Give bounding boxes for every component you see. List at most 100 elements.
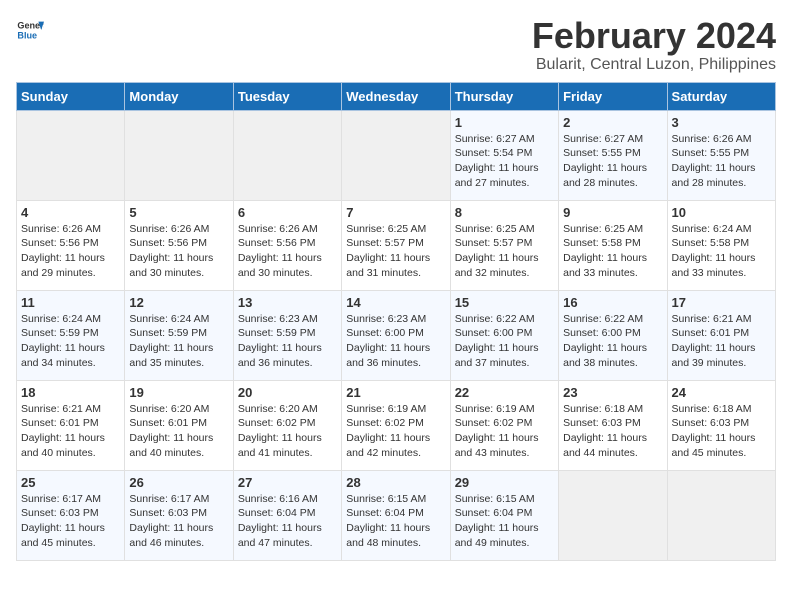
day-info: Sunrise: 6:23 AM Sunset: 5:59 PM Dayligh… xyxy=(238,312,337,371)
calendar-header-row: SundayMondayTuesdayWednesdayThursdayFrid… xyxy=(17,82,776,110)
calendar-cell xyxy=(667,470,775,560)
day-info: Sunrise: 6:25 AM Sunset: 5:58 PM Dayligh… xyxy=(563,222,662,281)
day-number: 21 xyxy=(346,385,445,400)
calendar-cell: 3Sunrise: 6:26 AM Sunset: 5:55 PM Daylig… xyxy=(667,110,775,200)
calendar-cell xyxy=(342,110,450,200)
day-number: 7 xyxy=(346,205,445,220)
day-number: 14 xyxy=(346,295,445,310)
day-number: 27 xyxy=(238,475,337,490)
logo-icon: General Blue xyxy=(16,16,44,44)
calendar-cell: 11 Sunrise: 6:24 AM Sunset: 5:59 PM Dayli… xyxy=(17,290,125,380)
calendar-cell: 28 Sunrise: 6:15 AM Sunset: 6:04 PM Dayli… xyxy=(342,470,450,560)
svg-text:Blue: Blue xyxy=(17,30,37,40)
day-info: Sunrise: 6:24 AM Sunset: 5:59 PM Dayligh… xyxy=(129,312,228,371)
day-info: Sunrise: 6:24 AM Sunset: 5:59 PM Dayligh… xyxy=(21,312,120,371)
title-area: February 2024 Bularit, Central Luzon, Ph… xyxy=(532,16,776,74)
day-info: Sunrise: 6:26 AM Sunset: 5:56 PM Dayligh… xyxy=(238,222,337,281)
week-row-4: 18Sunrise: 6:21 AM Sunset: 6:01 PM Dayli… xyxy=(17,380,776,470)
day-number: 4 xyxy=(21,205,120,220)
page-title: February 2024 xyxy=(532,16,776,56)
page-header: General Blue February 2024 Bularit, Cent… xyxy=(16,16,776,74)
logo: General Blue xyxy=(16,16,44,44)
calendar-cell: 13 Sunrise: 6:23 AM Sunset: 5:59 PM Dayli… xyxy=(233,290,341,380)
day-number: 11 xyxy=(21,295,120,310)
calendar-cell: 2Sunrise: 6:27 AM Sunset: 5:55 PM Daylig… xyxy=(559,110,667,200)
calendar-cell: 4 Sunrise: 6:26 AM Sunset: 5:56 PM Daylig… xyxy=(17,200,125,290)
calendar-cell: 25 Sunrise: 6:17 AM Sunset: 6:03 PM Dayli… xyxy=(17,470,125,560)
day-info: Sunrise: 6:26 AM Sunset: 5:56 PM Dayligh… xyxy=(129,222,228,281)
calendar-cell: 20Sunrise: 6:20 AM Sunset: 6:02 PM Dayli… xyxy=(233,380,341,470)
day-number: 25 xyxy=(21,475,120,490)
calendar-cell: 24 Sunrise: 6:18 AM Sunset: 6:03 PM Dayli… xyxy=(667,380,775,470)
calendar-cell: 5 Sunrise: 6:26 AM Sunset: 5:56 PM Daylig… xyxy=(125,200,233,290)
week-row-5: 25 Sunrise: 6:17 AM Sunset: 6:03 PM Dayli… xyxy=(17,470,776,560)
day-info: Sunrise: 6:15 AM Sunset: 6:04 PM Dayligh… xyxy=(346,492,445,551)
calendar-cell: 14 Sunrise: 6:23 AM Sunset: 6:00 PM Dayli… xyxy=(342,290,450,380)
day-number: 16 xyxy=(563,295,662,310)
day-number: 6 xyxy=(238,205,337,220)
day-number: 5 xyxy=(129,205,228,220)
day-number: 24 xyxy=(672,385,771,400)
calendar-cell xyxy=(125,110,233,200)
page-subtitle: Bularit, Central Luzon, Philippines xyxy=(532,56,776,74)
day-number: 26 xyxy=(129,475,228,490)
calendar-cell: 9 Sunrise: 6:25 AM Sunset: 5:58 PM Daylig… xyxy=(559,200,667,290)
day-number: 10 xyxy=(672,205,771,220)
day-info: Sunrise: 6:18 AM Sunset: 6:03 PM Dayligh… xyxy=(563,402,662,461)
calendar-cell: 26 Sunrise: 6:17 AM Sunset: 6:03 PM Dayli… xyxy=(125,470,233,560)
day-number: 22 xyxy=(455,385,554,400)
day-number: 2 xyxy=(563,115,662,130)
col-header-tuesday: Tuesday xyxy=(233,82,341,110)
day-number: 15 xyxy=(455,295,554,310)
day-info: Sunrise: 6:19 AM Sunset: 6:02 PM Dayligh… xyxy=(455,402,554,461)
calendar-cell: 29 Sunrise: 6:15 AM Sunset: 6:04 PM Dayli… xyxy=(450,470,558,560)
day-info: Sunrise: 6:21 AM Sunset: 6:01 PM Dayligh… xyxy=(21,402,120,461)
week-row-3: 11 Sunrise: 6:24 AM Sunset: 5:59 PM Dayli… xyxy=(17,290,776,380)
col-header-sunday: Sunday xyxy=(17,82,125,110)
calendar-cell: 7 Sunrise: 6:25 AM Sunset: 5:57 PM Daylig… xyxy=(342,200,450,290)
calendar-cell xyxy=(559,470,667,560)
day-number: 12 xyxy=(129,295,228,310)
week-row-2: 4 Sunrise: 6:26 AM Sunset: 5:56 PM Daylig… xyxy=(17,200,776,290)
calendar-cell: 18Sunrise: 6:21 AM Sunset: 6:01 PM Dayli… xyxy=(17,380,125,470)
calendar-cell xyxy=(17,110,125,200)
day-number: 8 xyxy=(455,205,554,220)
calendar-table: SundayMondayTuesdayWednesdayThursdayFrid… xyxy=(16,82,776,561)
calendar-cell: 17Sunrise: 6:21 AM Sunset: 6:01 PM Dayli… xyxy=(667,290,775,380)
day-info: Sunrise: 6:27 AM Sunset: 5:54 PM Dayligh… xyxy=(455,132,554,191)
day-info: Sunrise: 6:23 AM Sunset: 6:00 PM Dayligh… xyxy=(346,312,445,371)
day-info: Sunrise: 6:26 AM Sunset: 5:56 PM Dayligh… xyxy=(21,222,120,281)
day-info: Sunrise: 6:17 AM Sunset: 6:03 PM Dayligh… xyxy=(129,492,228,551)
col-header-monday: Monday xyxy=(125,82,233,110)
day-number: 19 xyxy=(129,385,228,400)
day-info: Sunrise: 6:15 AM Sunset: 6:04 PM Dayligh… xyxy=(455,492,554,551)
calendar-cell: 10 Sunrise: 6:24 AM Sunset: 5:58 PM Dayli… xyxy=(667,200,775,290)
calendar-cell: 1 Sunrise: 6:27 AM Sunset: 5:54 PM Daylig… xyxy=(450,110,558,200)
day-info: Sunrise: 6:19 AM Sunset: 6:02 PM Dayligh… xyxy=(346,402,445,461)
calendar-cell: 22 Sunrise: 6:19 AM Sunset: 6:02 PM Dayli… xyxy=(450,380,558,470)
day-number: 1 xyxy=(455,115,554,130)
day-number: 9 xyxy=(563,205,662,220)
calendar-cell: 21 Sunrise: 6:19 AM Sunset: 6:02 PM Dayli… xyxy=(342,380,450,470)
day-info: Sunrise: 6:25 AM Sunset: 5:57 PM Dayligh… xyxy=(455,222,554,281)
day-info: Sunrise: 6:25 AM Sunset: 5:57 PM Dayligh… xyxy=(346,222,445,281)
day-info: Sunrise: 6:22 AM Sunset: 6:00 PM Dayligh… xyxy=(563,312,662,371)
calendar-cell xyxy=(233,110,341,200)
day-number: 29 xyxy=(455,475,554,490)
day-info: Sunrise: 6:18 AM Sunset: 6:03 PM Dayligh… xyxy=(672,402,771,461)
calendar-cell: 27 Sunrise: 6:16 AM Sunset: 6:04 PM Dayli… xyxy=(233,470,341,560)
calendar-cell: 8 Sunrise: 6:25 AM Sunset: 5:57 PM Daylig… xyxy=(450,200,558,290)
day-info: Sunrise: 6:17 AM Sunset: 6:03 PM Dayligh… xyxy=(21,492,120,551)
calendar-cell: 6 Sunrise: 6:26 AM Sunset: 5:56 PM Daylig… xyxy=(233,200,341,290)
day-info: Sunrise: 6:16 AM Sunset: 6:04 PM Dayligh… xyxy=(238,492,337,551)
week-row-1: 1 Sunrise: 6:27 AM Sunset: 5:54 PM Daylig… xyxy=(17,110,776,200)
day-info: Sunrise: 6:26 AM Sunset: 5:55 PM Dayligh… xyxy=(672,132,771,191)
day-info: Sunrise: 6:20 AM Sunset: 6:02 PM Dayligh… xyxy=(238,402,337,461)
day-info: Sunrise: 6:21 AM Sunset: 6:01 PM Dayligh… xyxy=(672,312,771,371)
calendar-cell: 23Sunrise: 6:18 AM Sunset: 6:03 PM Dayli… xyxy=(559,380,667,470)
day-info: Sunrise: 6:24 AM Sunset: 5:58 PM Dayligh… xyxy=(672,222,771,281)
day-number: 28 xyxy=(346,475,445,490)
day-number: 13 xyxy=(238,295,337,310)
col-header-wednesday: Wednesday xyxy=(342,82,450,110)
calendar-cell: 16 Sunrise: 6:22 AM Sunset: 6:00 PM Dayli… xyxy=(559,290,667,380)
